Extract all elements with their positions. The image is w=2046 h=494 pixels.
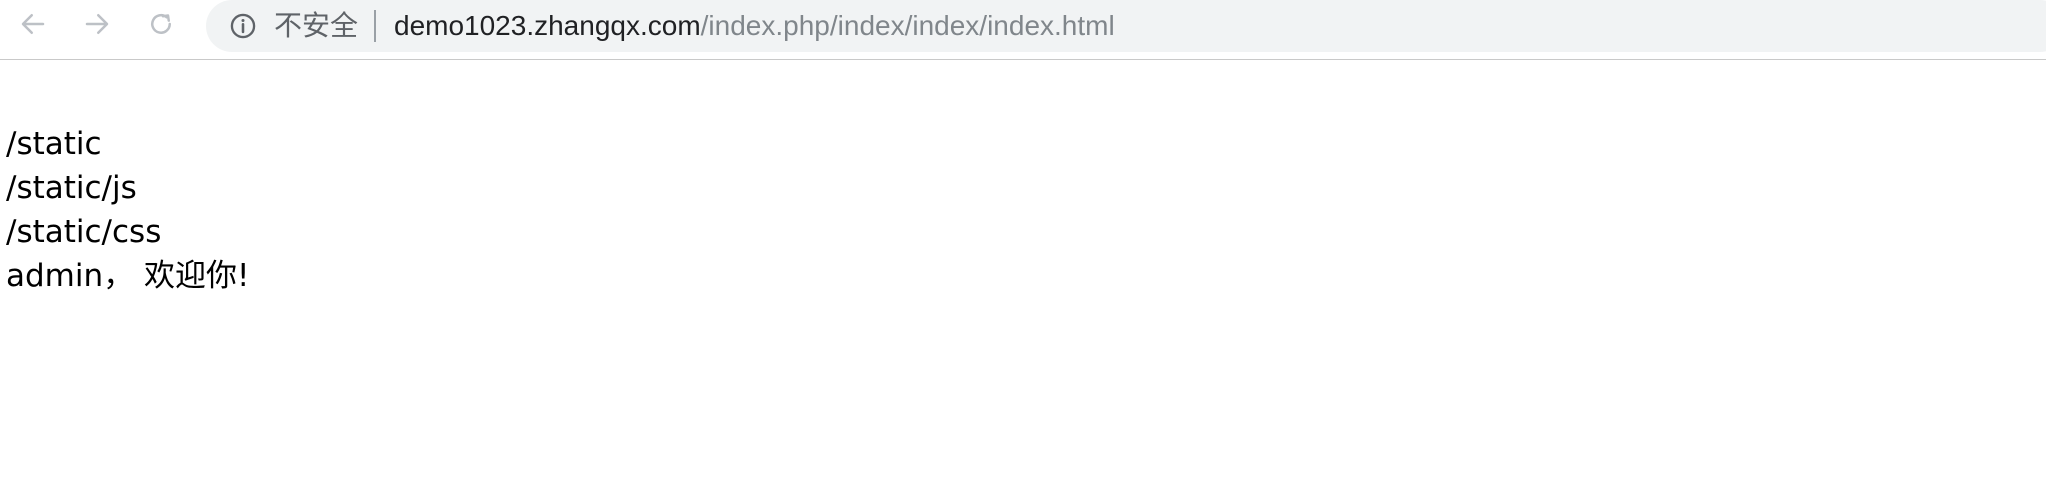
url-path: /index.php/index/index/index.html [700, 10, 1115, 41]
welcome-message: admin， 欢迎你! [6, 258, 250, 294]
text-line-static-js: /static/js [6, 170, 137, 206]
back-button[interactable] [15, 6, 51, 42]
text-line-static: /static [6, 126, 102, 162]
url-host: demo1023.zhangqx.com [394, 10, 701, 41]
address-bar[interactable]: 不安全 demo1023.zhangqx.com/index.php/index… [206, 0, 2046, 52]
arrow-left-icon [21, 14, 45, 34]
text-line-static-css: /static/css [6, 214, 162, 250]
security-status-label[interactable]: 不安全 [274, 8, 358, 44]
forward-button[interactable] [79, 6, 115, 42]
reload-button[interactable] [143, 6, 179, 42]
reload-icon [151, 14, 171, 34]
page-content: /static /static/js /static/css admin， 欢迎… [6, 122, 249, 298]
info-circle-icon[interactable] [228, 11, 258, 41]
browser-toolbar: 不安全 demo1023.zhangqx.com/index.php/index… [0, 0, 2046, 60]
address-separator [374, 10, 376, 42]
arrow-right-icon [85, 14, 109, 34]
url-text[interactable]: demo1023.zhangqx.com/index.php/index/ind… [394, 8, 1115, 44]
